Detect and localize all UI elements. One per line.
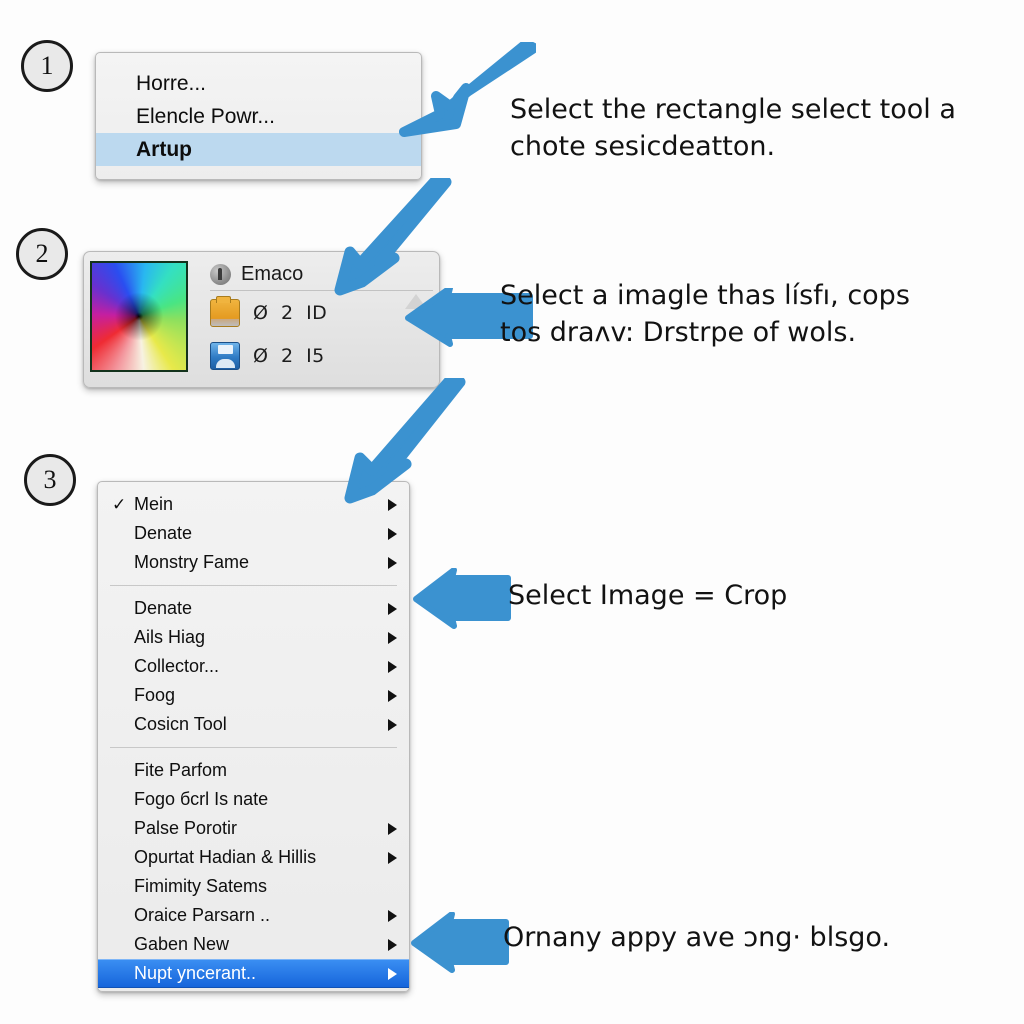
submenu-arrow-icon <box>388 938 397 951</box>
row-unit: ID <box>306 301 328 324</box>
menu-item-label: Artup <box>136 137 192 161</box>
palette-row-save[interactable]: Ø 2 I5 <box>210 334 433 377</box>
menu-item-horre[interactable]: Horre... <box>96 67 421 100</box>
row-glyph: Ø <box>253 301 268 324</box>
submenu-arrow-icon <box>388 967 397 980</box>
menu-item-oraice-parsarn[interactable]: Oraice Parsarn .. <box>98 901 409 930</box>
folder-icon <box>210 295 240 327</box>
menu-separator <box>110 747 397 748</box>
menu-panel-three[interactable]: ✓ Mein Denate Monstry Fame Denate Ails H… <box>97 481 410 992</box>
arrow-menu-one-to-panel-two <box>334 178 452 296</box>
menu-item-cosicn-tool[interactable]: Cosicn Tool <box>98 710 409 739</box>
submenu-arrow-icon <box>388 822 397 835</box>
menu-item-fite-parfom[interactable]: Fite Parfom <box>98 756 409 785</box>
menu-item-label: Denate <box>134 598 193 618</box>
menu-item-label: Collector... <box>134 656 220 676</box>
floppy-save-icon <box>210 341 240 370</box>
menu-item-label: Oraice Parsarn .. <box>134 905 271 925</box>
row-number: 2 <box>280 301 294 324</box>
menu-item-label: Monstry Fame <box>134 552 250 572</box>
menu-item-denate-2[interactable]: Denate <box>98 594 409 623</box>
arrow-panel-two-to-menu-three <box>344 378 466 504</box>
submenu-arrow-icon <box>388 527 397 540</box>
menu-separator <box>110 585 397 586</box>
arrow-to-menu-three-middle <box>413 568 511 629</box>
palette-title: Emaco <box>241 262 304 285</box>
submenu-arrow-icon <box>388 556 397 569</box>
menu-item-foog[interactable]: Foog <box>98 681 409 710</box>
menu-item-gaben-new[interactable]: Gaben New <box>98 930 409 959</box>
row-glyph: Ø <box>253 344 268 367</box>
menu-item-opurtat-hadian-hillis[interactable]: Opurtat Hadian & Hillis <box>98 843 409 872</box>
menu-item-label: Fimimity Satems <box>134 876 268 896</box>
palette-row-folder[interactable]: Ø 2 ID <box>210 291 433 334</box>
menu-item-label: Cosicn Tool <box>134 714 227 734</box>
menu-item-label: Horre... <box>136 71 207 95</box>
menu-item-ails-hiag[interactable]: Ails Hiag <box>98 623 409 652</box>
submenu-arrow-icon <box>388 631 397 644</box>
annotation-step-three: Select Image = Crop <box>508 580 788 611</box>
step-badge-3: 3 <box>24 454 76 506</box>
menu-item-label: Fite Parfom <box>134 760 228 780</box>
menu-item-monstry-fame[interactable]: Monstry Fame <box>98 548 409 577</box>
menu-item-label: Foog <box>134 685 176 705</box>
menu-item-denate-1[interactable]: Denate <box>98 519 409 548</box>
submenu-arrow-icon <box>388 909 397 922</box>
annotation-step-two: Select a imagle thas lı́sfı, cops tos dr… <box>500 280 910 348</box>
submenu-arrow-icon <box>388 851 397 864</box>
annotation-step-one: Select the rectangle select tool a chote… <box>510 94 956 162</box>
menu-item-label: Ails Hiag <box>134 627 206 647</box>
menu-item-palse-porotir[interactable]: Palse Porotir <box>98 814 409 843</box>
arrow-to-menu-three-bottom <box>411 912 509 973</box>
submenu-arrow-icon <box>388 718 397 731</box>
color-wheel-icon[interactable] <box>90 261 188 372</box>
menu-item-fogo-burl-is-nate[interactable]: Fogo бсrl Is nate <box>98 785 409 814</box>
menu-item-label: Nupt yncerant.. <box>134 963 257 983</box>
annotation-step-four: Ornany appy ave ɔng· blsgo. <box>503 922 891 953</box>
menu-item-label: Palse Porotir <box>134 818 238 838</box>
menu-item-label: Elencle Powr... <box>136 104 275 128</box>
menu-item-collector[interactable]: Collector... <box>98 652 409 681</box>
check-icon: ✓ <box>112 495 127 514</box>
menu-item-fimimity-satems[interactable]: Fimimity Satems <box>98 872 409 901</box>
menu-item-artup[interactable]: Artup <box>96 133 421 166</box>
submenu-arrow-icon <box>388 602 397 615</box>
row-unit: I5 <box>306 344 325 367</box>
row-number: 2 <box>280 344 294 367</box>
menu-item-label: Opurtat Hadian & Hillis <box>134 847 317 867</box>
step-badge-1: 1 <box>21 40 73 92</box>
menu-item-elencle-powr[interactable]: Elencle Powr... <box>96 100 421 133</box>
submenu-arrow-icon <box>388 660 397 673</box>
menu-item-label: Denate <box>134 523 193 543</box>
step-badge-2: 2 <box>16 228 68 280</box>
menu-panel-one[interactable]: Horre... Elencle Powr... Artup <box>95 52 422 180</box>
menu-item-label: Gaben New <box>134 934 230 954</box>
menu-item-label: Fogo бсrl Is nate <box>134 789 269 809</box>
gnome-foot-icon <box>210 263 231 285</box>
menu-item-nupt-yncerant[interactable]: Nupt yncerant.. <box>98 959 409 988</box>
diagram-canvas: 1 2 3 Horre... Elencle Powr... Artup Ema… <box>0 0 1024 1024</box>
submenu-arrow-icon <box>388 689 397 702</box>
